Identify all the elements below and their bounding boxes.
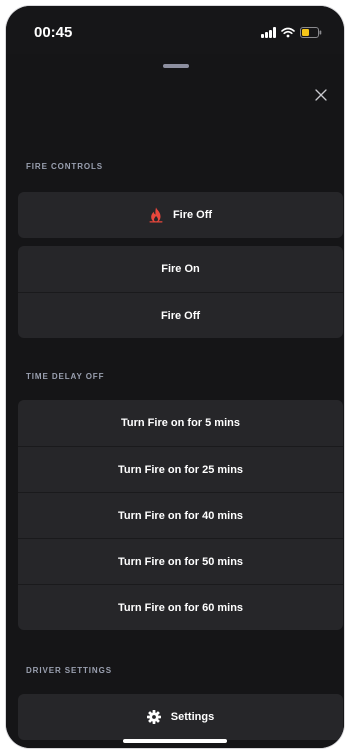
delay-option-label: Turn Fire on for 50 mins bbox=[117, 555, 244, 568]
delay-option-5-mins[interactable]: Turn Fire on for 5 mins bbox=[18, 400, 343, 446]
delay-option-25-mins[interactable]: Turn Fire on for 25 mins bbox=[18, 446, 343, 492]
status-bar: 00:45 bbox=[6, 6, 344, 54]
fire-status-button[interactable]: Fire Off bbox=[18, 192, 343, 238]
fire-status-label: Fire Off bbox=[172, 209, 213, 221]
section-label-fire-controls: FIRE CONTROLS bbox=[26, 162, 104, 171]
delay-option-label: Turn Fire on for 25 mins bbox=[117, 463, 244, 476]
delay-option-label: Turn Fire on for 60 mins bbox=[117, 601, 244, 614]
fire-off-button[interactable]: Fire Off bbox=[18, 292, 343, 338]
settings-button[interactable]: Settings bbox=[18, 694, 343, 740]
delay-option-50-mins[interactable]: Turn Fire on for 50 mins bbox=[18, 538, 343, 584]
fire-status-card: Fire Off bbox=[18, 192, 343, 238]
close-button[interactable] bbox=[312, 86, 330, 104]
wifi-icon bbox=[281, 27, 295, 38]
section-label-time-delay: TIME DELAY OFF bbox=[26, 372, 105, 381]
settings-label: Settings bbox=[170, 711, 215, 723]
home-indicator bbox=[123, 739, 227, 743]
fire-on-label: Fire On bbox=[161, 263, 200, 275]
delay-option-label: Turn Fire on for 40 mins bbox=[117, 509, 244, 522]
fire-off-label: Fire Off bbox=[160, 309, 201, 322]
section-label-driver-settings: DRIVER SETTINGS bbox=[26, 666, 112, 675]
fire-actions-card: Fire On Fire Off bbox=[18, 246, 343, 338]
battery-icon bbox=[300, 26, 322, 38]
driver-settings-card: Settings bbox=[18, 694, 343, 740]
status-icons bbox=[261, 25, 322, 39]
fire-on-button[interactable]: Fire On bbox=[18, 246, 343, 292]
fire-control-sheet: FIRE CONTROLS Fire Off Fire On Fire Off bbox=[6, 54, 344, 748]
status-time: 00:45 bbox=[34, 24, 73, 41]
time-delay-card: Turn Fire on for 5 mins Turn Fire on for… bbox=[18, 400, 343, 630]
delay-option-40-mins[interactable]: Turn Fire on for 40 mins bbox=[18, 492, 343, 538]
sheet-grabber[interactable] bbox=[163, 64, 189, 68]
delay-option-label: Turn Fire on for 5 mins bbox=[121, 417, 240, 429]
flame-icon bbox=[149, 207, 163, 223]
close-icon bbox=[315, 89, 327, 101]
phone-screen: 00:45 FIRE CONTROLS Fire Off Fire On Fir… bbox=[6, 6, 344, 748]
signal-icon bbox=[261, 26, 276, 38]
gear-icon bbox=[146, 710, 161, 724]
delay-option-60-mins[interactable]: Turn Fire on for 60 mins bbox=[18, 584, 343, 630]
